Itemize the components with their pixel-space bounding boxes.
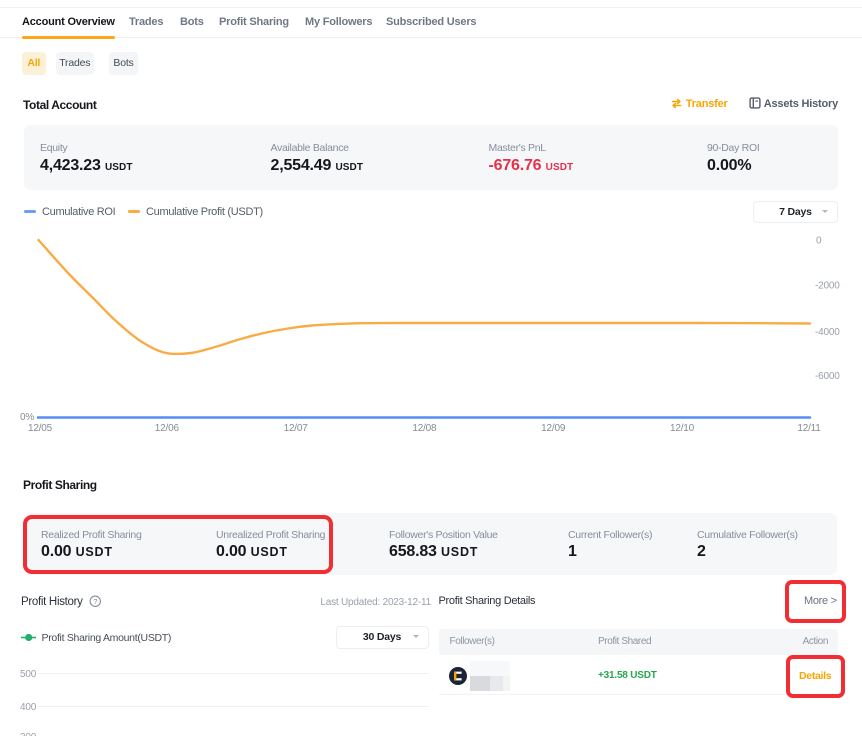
svg-text:12/07: 12/07 (284, 423, 309, 434)
svg-text:12/10: 12/10 (670, 423, 695, 434)
svg-text:12/09: 12/09 (541, 423, 566, 434)
svg-text:0%: 0% (20, 412, 34, 423)
svg-text:12/05: 12/05 (28, 423, 53, 434)
svg-text:12/08: 12/08 (412, 423, 437, 434)
svg-text:-4000: -4000 (815, 327, 840, 338)
svg-text:-2000: -2000 (815, 281, 840, 292)
svg-text:0: 0 (816, 236, 822, 247)
svg-text:12/06: 12/06 (155, 423, 180, 434)
svg-text:-6000: -6000 (815, 371, 840, 382)
svg-text:12/11: 12/11 (797, 423, 821, 434)
